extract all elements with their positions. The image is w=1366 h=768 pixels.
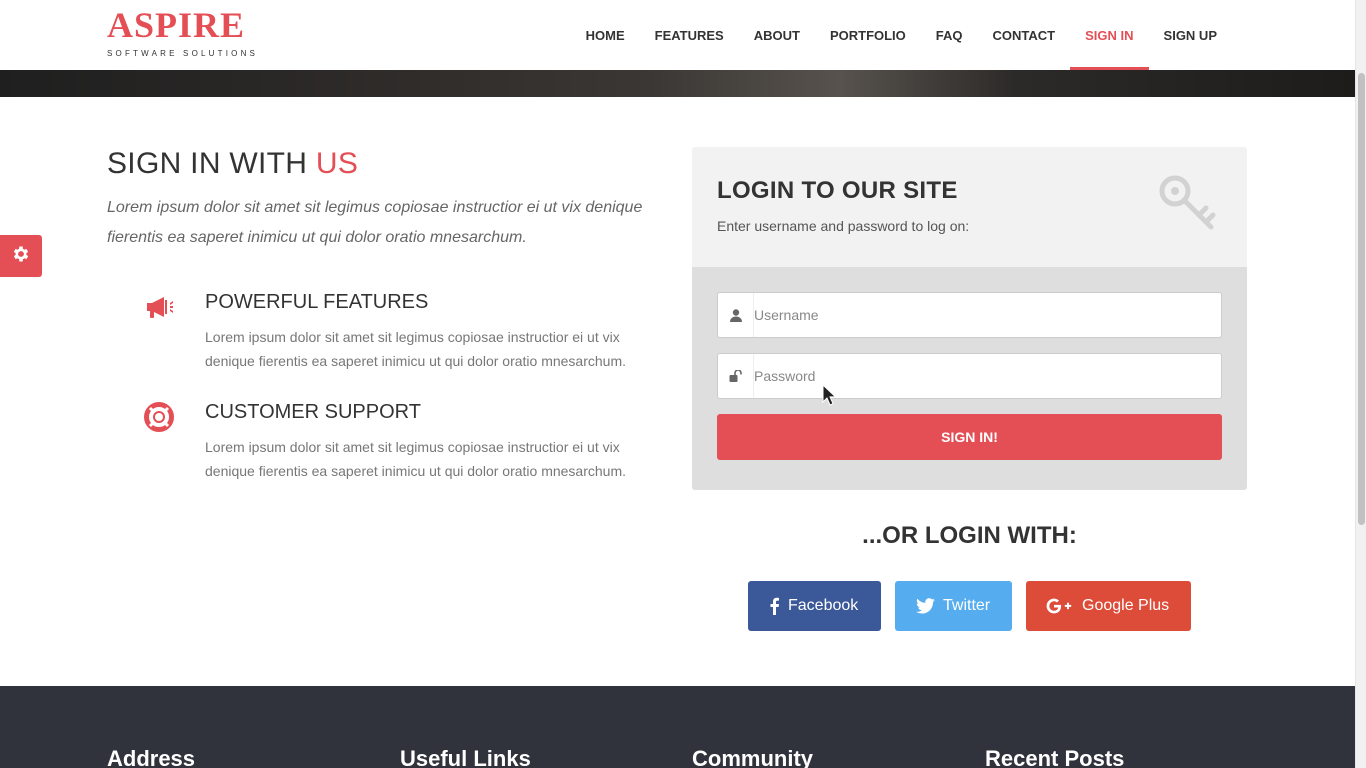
nav-sign-up[interactable]: SIGN UP [1149, 0, 1232, 70]
gear-icon [11, 244, 31, 269]
login-subtitle: Enter username and password to log on: [717, 218, 970, 234]
google-plus-icon [1046, 598, 1074, 614]
twitter-login-button[interactable]: Twitter [895, 581, 1012, 631]
facebook-icon [769, 597, 780, 615]
sign-in-button[interactable]: SIGN IN! [717, 414, 1222, 460]
nav-about[interactable]: ABOUT [739, 0, 815, 70]
site-header: ASPIRE SOFTWARE SOLUTIONS HOME FEATURES … [0, 0, 1355, 70]
logo-title: ASPIRE [107, 5, 246, 45]
sign-in-intro: SIGN IN WITH US Lorem ipsum dolor sit am… [107, 147, 652, 479]
social-login-buttons: Facebook Twitter Google Plus [748, 581, 1191, 631]
social-login-title: ...OR LOGIN WITH: [862, 522, 1077, 549]
footer-heading-community: Community [692, 746, 813, 768]
footer-heading-recent-posts: Recent Posts [985, 746, 1125, 768]
unlock-icon [718, 354, 754, 398]
page-title: SIGN IN WITH US [107, 147, 359, 180]
logo[interactable]: ASPIRE SOFTWARE SOLUTIONS [107, 6, 258, 58]
feature-title: CUSTOMER SUPPORT [205, 401, 421, 423]
twitter-icon [916, 598, 935, 614]
login-card-header: LOGIN TO OUR SITE Enter username and pas… [692, 147, 1247, 267]
lifebuoy-icon [143, 401, 175, 433]
feature-text: Lorem ipsum dolor sit amet sit legimus c… [205, 439, 627, 479]
password-field [717, 353, 1222, 399]
page-banner [0, 70, 1355, 97]
login-card: LOGIN TO OUR SITE Enter username and pas… [692, 147, 1247, 490]
password-input[interactable] [754, 354, 1214, 398]
logo-tagline: SOFTWARE SOLUTIONS [107, 49, 259, 58]
google-plus-login-button[interactable]: Google Plus [1026, 581, 1191, 631]
feature-title: POWERFUL FEATURES [205, 291, 429, 313]
settings-toggle-button[interactable] [0, 235, 42, 277]
username-field [717, 292, 1222, 338]
site-footer: Address Useful Links Community Recent Po… [0, 686, 1355, 768]
nav-sign-in[interactable]: SIGN IN [1070, 0, 1149, 70]
nav-contact[interactable]: CONTACT [978, 0, 1071, 70]
footer-heading-address: Address [107, 746, 196, 768]
scrollbar-thumb[interactable] [1358, 73, 1365, 525]
megaphone-icon [143, 291, 175, 323]
facebook-login-button[interactable]: Facebook [748, 581, 881, 631]
feature-text: Lorem ipsum dolor sit amet sit legimus c… [205, 329, 627, 369]
nav-faq[interactable]: FAQ [921, 0, 978, 70]
user-icon [718, 293, 754, 337]
google-plus-label: Google Plus [1082, 597, 1170, 614]
nav-home[interactable]: HOME [571, 0, 640, 70]
intro-lead: Lorem ipsum dolor sit amet sit legimus c… [107, 199, 643, 246]
nav-portfolio[interactable]: PORTFOLIO [815, 0, 921, 70]
footer-heading-useful-links: Useful Links [400, 746, 531, 768]
key-icon [1155, 171, 1219, 235]
login-title: LOGIN TO OUR SITE [717, 177, 958, 204]
login-form: SIGN IN! [692, 267, 1247, 490]
facebook-label: Facebook [788, 597, 859, 614]
username-input[interactable] [754, 293, 1214, 337]
nav-features[interactable]: FEATURES [640, 0, 739, 70]
main-nav: HOME FEATURES ABOUT PORTFOLIO FAQ CONTAC… [571, 0, 1232, 70]
page-scrollbar[interactable] [1355, 0, 1366, 768]
twitter-label: Twitter [943, 597, 991, 614]
